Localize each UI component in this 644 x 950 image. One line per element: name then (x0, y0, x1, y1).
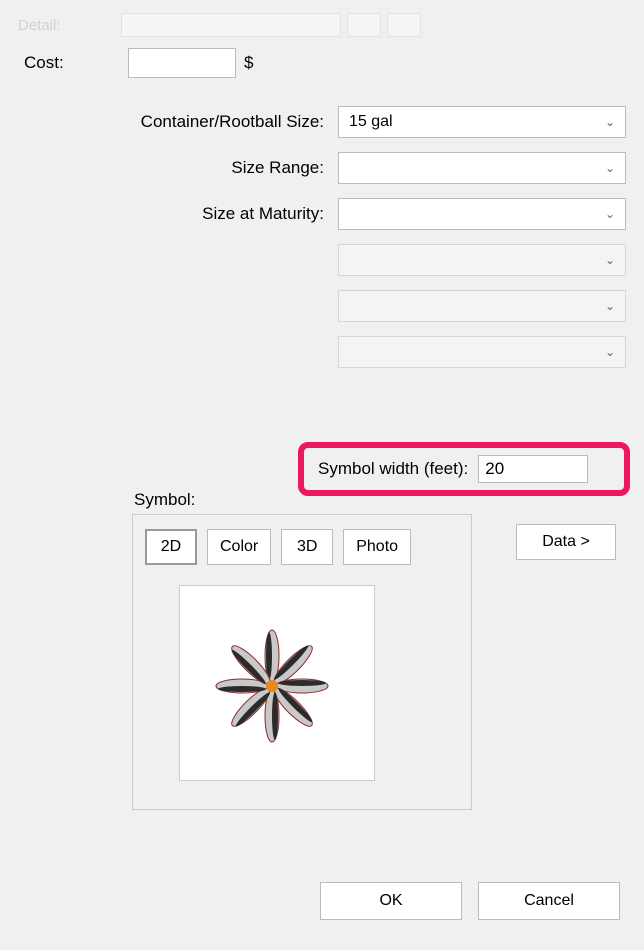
size-range-select[interactable]: ⌄ (338, 152, 626, 184)
cancel-button[interactable]: Cancel (478, 882, 620, 920)
chevron-down-icon: ⌄ (605, 207, 615, 221)
size-maturity-label: Size at Maturity: (18, 204, 338, 224)
extra-select-2: ⌄ (338, 290, 626, 322)
detail-label: Detail: (18, 17, 61, 34)
cost-label: Cost: (18, 53, 128, 73)
size-maturity-row: Size at Maturity: ⌄ (18, 198, 626, 230)
cost-input[interactable] (128, 48, 236, 78)
size-maturity-select[interactable]: ⌄ (338, 198, 626, 230)
detail-row-partial: Detail: (18, 10, 626, 40)
currency-symbol: $ (244, 53, 253, 73)
container-size-select[interactable]: 15 gal ⌄ (338, 106, 626, 138)
tab-3d[interactable]: 3D (281, 529, 333, 565)
symbol-width-highlight: Symbol width (feet): (298, 442, 630, 496)
detail-input-faded (121, 13, 341, 37)
chevron-down-icon: ⌄ (605, 253, 615, 267)
symbol-width-input[interactable] (478, 455, 588, 483)
chevron-down-icon: ⌄ (605, 161, 615, 175)
extra-row-3: ⌄ (18, 336, 626, 368)
size-range-label: Size Range: (18, 158, 338, 178)
container-size-value: 15 gal (349, 113, 393, 131)
clear-button-faded (387, 13, 421, 37)
symbol-preview[interactable] (179, 585, 375, 781)
dialog-button-row: OK Cancel (320, 882, 620, 920)
symbol-group-box: 2D Color 3D Photo (132, 514, 472, 810)
symbol-width-label: Symbol width (feet): (318, 459, 468, 479)
browse-button-faded (347, 13, 381, 37)
extra-row-2: ⌄ (18, 290, 626, 322)
tab-photo[interactable]: Photo (343, 529, 411, 565)
data-button[interactable]: Data > (516, 524, 616, 560)
tab-2d[interactable]: 2D (145, 529, 197, 565)
cost-row: Cost: $ (18, 48, 626, 78)
ok-button[interactable]: OK (320, 882, 462, 920)
chevron-down-icon: ⌄ (605, 345, 615, 359)
plant-properties-dialog: Detail: Cost: $ Container/Rootball Size:… (0, 0, 644, 950)
container-size-label: Container/Rootball Size: (18, 112, 338, 132)
chevron-down-icon: ⌄ (605, 299, 615, 313)
extra-select-3: ⌄ (338, 336, 626, 368)
container-size-row: Container/Rootball Size: 15 gal ⌄ (18, 106, 626, 138)
extra-select-1: ⌄ (338, 244, 626, 276)
chevron-down-icon: ⌄ (605, 115, 615, 129)
extra-row-1: ⌄ (18, 244, 626, 276)
symbol-tab-row: 2D Color 3D Photo (145, 529, 459, 565)
plant-symbol-icon (212, 618, 342, 748)
tab-color[interactable]: Color (207, 529, 271, 565)
symbol-section: Symbol: 2D Color 3D Photo (132, 490, 472, 810)
size-range-row: Size Range: ⌄ (18, 152, 626, 184)
